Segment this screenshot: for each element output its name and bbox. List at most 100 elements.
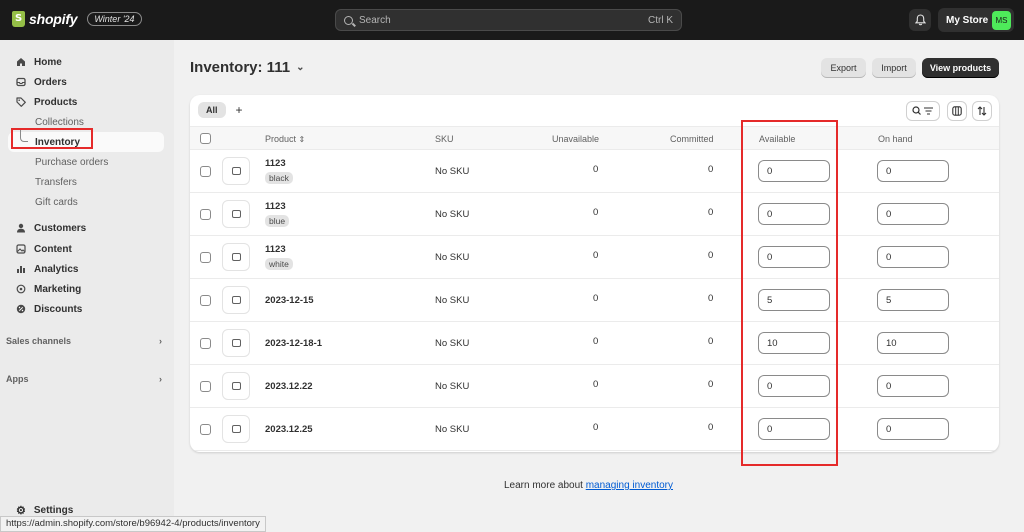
product-name-link[interactable]: 2023.12.22 [265,381,313,392]
sidebar-item-discounts[interactable]: Discounts [8,299,164,319]
sidebar-item-customers[interactable]: Customers [8,218,164,238]
product-thumbnail [222,415,250,443]
view-products-button[interactable]: View products [922,58,999,78]
sidebar-item-home[interactable]: Home [8,52,164,72]
column-header-unavailable[interactable]: Unavailable [552,134,599,144]
home-icon [16,57,26,67]
committed-cell[interactable]: 0 [708,164,713,175]
unavailable-cell[interactable]: 0 [593,207,598,218]
page-title: Inventory: 111 [190,59,291,76]
store-avatar: MS [992,10,1011,30]
columns-button[interactable] [947,101,967,121]
sku-cell: No SKU [435,252,470,263]
image-placeholder-icon [231,167,241,175]
import-button[interactable]: Import [872,58,916,78]
on-hand-quantity-input[interactable]: 5 [877,289,949,311]
sku-cell: No SKU [435,338,470,349]
analytics-icon [16,264,26,274]
tab-all[interactable]: All [198,102,226,118]
row-checkbox[interactable] [200,166,211,177]
sidebar-item-label: Marketing [34,283,82,295]
column-header-product[interactable]: Product ⇕ [265,134,305,144]
sidebar-item-label: Customers [34,222,87,234]
sidebar-item-analytics[interactable]: Analytics [8,259,164,279]
row-checkbox[interactable] [200,209,211,220]
on-hand-quantity-input[interactable]: 0 [877,418,949,440]
search-filter-icon [912,106,933,115]
sales-channels-label: Sales channels [6,336,72,346]
inventory-highlight-box [11,128,93,149]
table-row: 1123 blue No SKU 0 0 0 0 [190,193,999,236]
product-name-link[interactable]: 2023.12.25 [265,424,313,435]
unavailable-cell[interactable]: 0 [593,250,598,261]
apps-section[interactable]: Apps › [6,371,162,387]
column-header-committed[interactable]: Committed [670,134,714,144]
product-thumbnail [222,157,250,185]
on-hand-quantity-input[interactable]: 0 [877,160,949,182]
person-icon [16,223,26,233]
sort-arrows-icon: ⇕ [298,135,306,144]
committed-cell[interactable]: 0 [708,379,713,390]
page-title-selector[interactable]: Inventory: 111 ⌄ [190,59,304,76]
sidebar-item-products[interactable]: Products [8,92,164,112]
committed-cell[interactable]: 0 [708,336,713,347]
search-icon [344,15,353,25]
top-bar: shopify Winter '24 Search Ctrl K My Stor… [0,0,1024,40]
sku-cell: No SKU [435,381,470,392]
shopify-logo[interactable]: shopify Winter '24 [12,11,142,27]
on-hand-quantity-input[interactable]: 0 [877,375,949,397]
sales-channels-section[interactable]: Sales channels › [6,333,162,349]
product-name-link[interactable]: 2023-12-18-1 [265,338,322,349]
unavailable-cell[interactable]: 0 [593,379,598,390]
row-checkbox[interactable] [200,252,211,263]
sidebar-item-marketing[interactable]: Marketing [8,279,164,299]
row-checkbox[interactable] [200,295,211,306]
image-placeholder-icon [231,210,241,218]
sidebar-item-transfers[interactable]: Transfers [8,172,164,192]
store-name: My Store [946,14,989,26]
chevron-right-icon: › [159,336,162,346]
row-checkbox[interactable] [200,338,211,349]
variant-badge: blue [265,215,290,227]
sidebar-item-label: Discounts [34,303,83,315]
sort-icon [977,106,987,116]
on-hand-quantity-input[interactable]: 0 [877,203,949,225]
product-name-link[interactable]: 1123 [265,244,286,255]
unavailable-cell[interactable]: 0 [593,336,598,347]
export-button[interactable]: Export [821,58,866,78]
column-header-sku: SKU [435,134,454,144]
search-bar[interactable]: Search Ctrl K [335,9,682,31]
sku-cell: No SKU [435,295,470,306]
product-thumbnail [222,329,250,357]
add-view-button[interactable]: + [236,103,243,117]
product-name-link[interactable]: 1123 [265,158,286,169]
committed-cell[interactable]: 0 [708,250,713,261]
notifications-button[interactable] [909,9,931,31]
sort-button[interactable] [972,101,992,121]
unavailable-cell[interactable]: 0 [593,293,598,304]
sidebar-item-purchase-orders[interactable]: Purchase orders [8,152,164,172]
sidebar-item-gift-cards[interactable]: Gift cards [8,192,164,212]
unavailable-cell[interactable]: 0 [593,164,598,175]
shopify-bag-icon [12,11,25,27]
committed-cell[interactable]: 0 [708,207,713,218]
committed-cell[interactable]: 0 [708,422,713,433]
product-name-link[interactable]: 2023-12-15 [265,295,314,306]
row-checkbox[interactable] [200,381,211,392]
store-menu-button[interactable]: My Store MS [938,8,1014,32]
sidebar-item-content[interactable]: Content [8,239,164,259]
settings-label: Settings [33,505,74,516]
on-hand-quantity-input[interactable]: 10 [877,332,949,354]
sidebar-item-orders[interactable]: Orders [8,72,164,92]
table-row: 2023-12-15 No SKU 0 0 5 5 [190,279,999,322]
product-name-link[interactable]: 1123 [265,201,286,212]
unavailable-cell[interactable]: 0 [593,422,598,433]
row-checkbox[interactable] [200,424,211,435]
select-all-checkbox[interactable] [200,133,211,144]
managing-inventory-link[interactable]: managing inventory [586,480,673,491]
product-thumbnail [222,286,250,314]
table-header: Product ⇕ SKU Unavailable Committed Avai… [190,126,999,150]
on-hand-quantity-input[interactable]: 0 [877,246,949,268]
search-filter-button[interactable] [906,101,940,121]
committed-cell[interactable]: 0 [708,293,713,304]
